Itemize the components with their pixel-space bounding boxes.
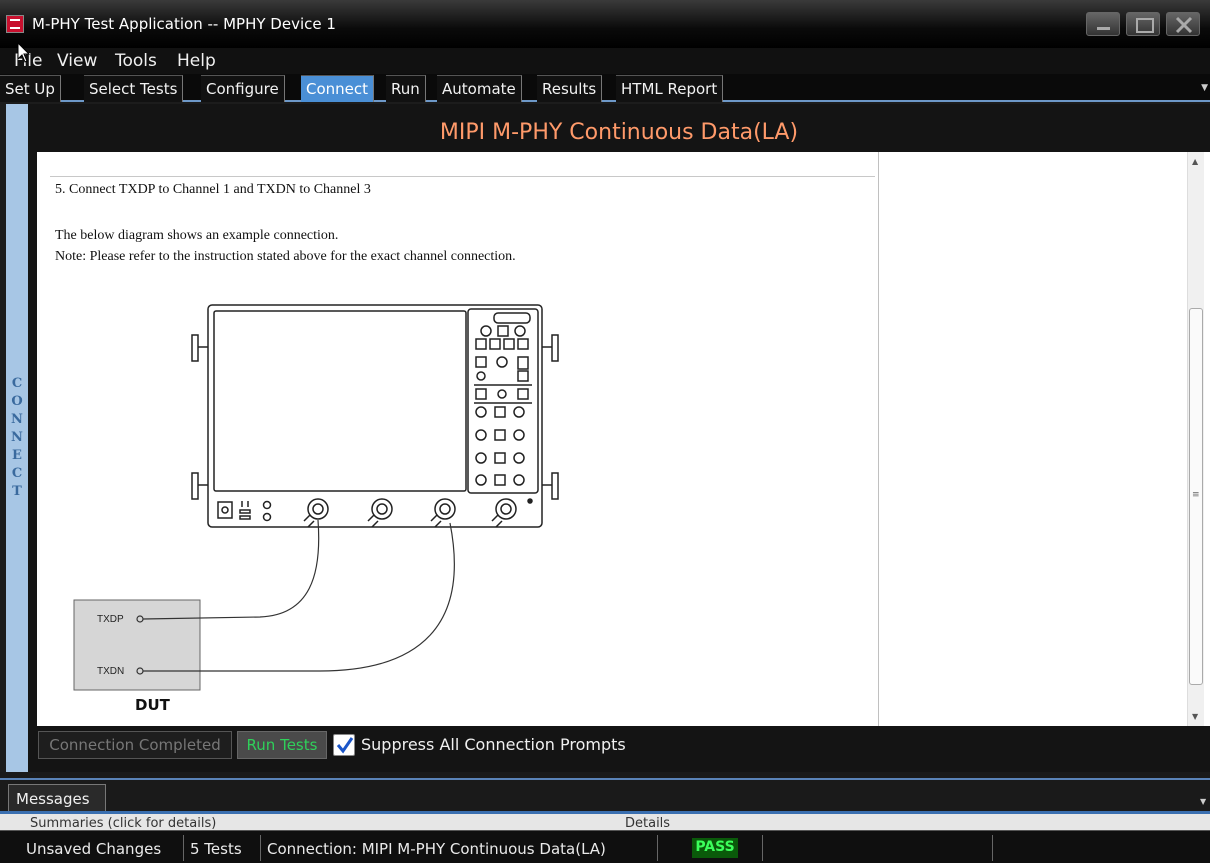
title-bar: M-PHY Test Application -- MPHY Device 1: [0, 0, 1210, 48]
tab-set-up[interactable]: Set Up: [0, 75, 61, 102]
status-pass-badge: PASS: [692, 838, 738, 858]
menu-tools[interactable]: Tools: [115, 51, 157, 71]
instruction-intro: The below diagram shows an example conne…: [55, 228, 339, 243]
tab-run[interactable]: Run: [386, 75, 426, 102]
connection-diagram: [73, 304, 559, 691]
dut-pin-txdp: TXDP: [97, 614, 124, 625]
connection-completed-button[interactable]: Connection Completed: [38, 731, 232, 759]
dut-label: DUT: [135, 696, 170, 714]
panel-divider: [878, 152, 879, 726]
status-connection: Connection: MIPI M-PHY Continuous Data(L…: [267, 840, 606, 858]
suppress-prompts-label: Suppress All Connection Prompts: [361, 735, 626, 754]
window-title: M-PHY Test Application -- MPHY Device 1: [32, 15, 336, 33]
tab-results[interactable]: Results: [537, 75, 603, 102]
cursor-icon: [17, 42, 31, 63]
checkbox-check-icon: [336, 737, 354, 754]
menu-view[interactable]: View: [57, 51, 97, 71]
tab-overflow-arrow-icon[interactable]: ▼: [1201, 83, 1208, 93]
tab-messages[interactable]: Messages: [8, 784, 106, 812]
suppress-prompts-checkbox[interactable]: [333, 734, 355, 756]
messages-dropdown-icon[interactable]: ▼: [1200, 797, 1206, 806]
tab-automate[interactable]: Automate: [437, 75, 522, 102]
messages-divider: [0, 778, 1210, 780]
close-icon: [1175, 16, 1193, 34]
tab-configure[interactable]: Configure: [201, 75, 285, 102]
status-test-count: 5 Tests: [190, 840, 242, 858]
side-label-connect: CONNECT: [11, 376, 23, 499]
minimize-button[interactable]: [1086, 12, 1120, 36]
instruction-note: Note: Please refer to the instruction st…: [55, 249, 516, 264]
tab-select-tests[interactable]: Select Tests: [84, 75, 184, 102]
tab-bar: Set Up Select Tests Configure Connect Ru…: [0, 74, 1210, 102]
status-bar: Unsaved Changes 5 Tests Connection: MIPI…: [0, 830, 1210, 863]
tab-connect[interactable]: Connect: [301, 75, 375, 102]
tab-html-report[interactable]: HTML Report: [616, 75, 724, 102]
menu-bar: File View Tools Help: [0, 48, 1210, 74]
close-button[interactable]: [1166, 12, 1200, 36]
page-title: MIPI M-PHY Continuous Data(LA): [439, 120, 799, 145]
summary-column-header[interactable]: Summaries (click for details): [30, 816, 216, 830]
app-icon: [6, 15, 24, 33]
dut-box: [73, 599, 201, 691]
details-column-header[interactable]: Details: [625, 816, 670, 830]
menu-help[interactable]: Help: [177, 51, 216, 71]
oscilloscope-icon: [191, 304, 559, 528]
maximize-button[interactable]: [1126, 12, 1160, 36]
status-unsaved: Unsaved Changes: [26, 840, 162, 858]
run-tests-button[interactable]: Run Tests: [237, 731, 327, 759]
scroll-grip-icon: ≡: [1192, 490, 1200, 500]
divider: [50, 176, 875, 177]
messages-table-header: Summaries (click for details) Details: [0, 814, 1210, 830]
dut-pin-txdn: TXDN: [97, 666, 125, 677]
instruction-step: 5. Connect TXDP to Channel 1 and TXDN to…: [55, 182, 371, 197]
scroll-down-icon[interactable]: ▼: [1192, 712, 1198, 721]
scroll-up-icon[interactable]: ▲: [1192, 157, 1198, 166]
